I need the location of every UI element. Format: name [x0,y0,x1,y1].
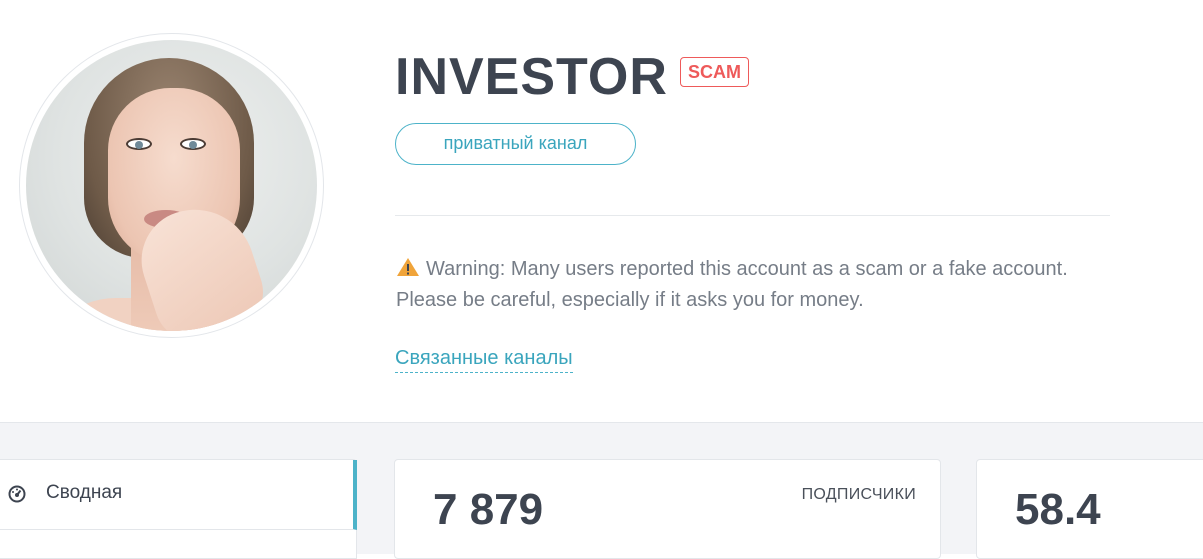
divider [395,215,1110,216]
channel-avatar [19,33,324,338]
stat-card-subscribers: 7 879 ПОДПИСЧИКИ [394,459,941,559]
stat-card-metric: 58.4 [976,459,1203,559]
scam-warning: Warning: Many users reported this accoun… [396,254,1096,316]
channel-header: INVESTOR SCAM приватный канал Warning: M… [0,0,1203,422]
channel-title: INVESTOR [395,48,668,106]
related-channels-link[interactable]: Связанные каналы [395,345,573,373]
avatar-photo [26,40,317,331]
warning-text: Warning: Many users reported this accoun… [396,258,1068,311]
stat-label: ПОДПИСЧИКИ [801,486,916,503]
private-channel-badge: приватный канал [395,123,636,165]
stat-value: 7 879 [433,485,544,534]
sidebar-item-label: Сводная [46,482,123,503]
warning-icon [397,258,419,276]
sidebar-nav: Сводная [0,459,357,559]
dashboard-icon [8,485,26,503]
sidebar-item-summary[interactable]: Сводная [0,460,357,530]
scam-badge: SCAM [680,57,749,87]
stat-value: 58.4 [1015,485,1101,534]
